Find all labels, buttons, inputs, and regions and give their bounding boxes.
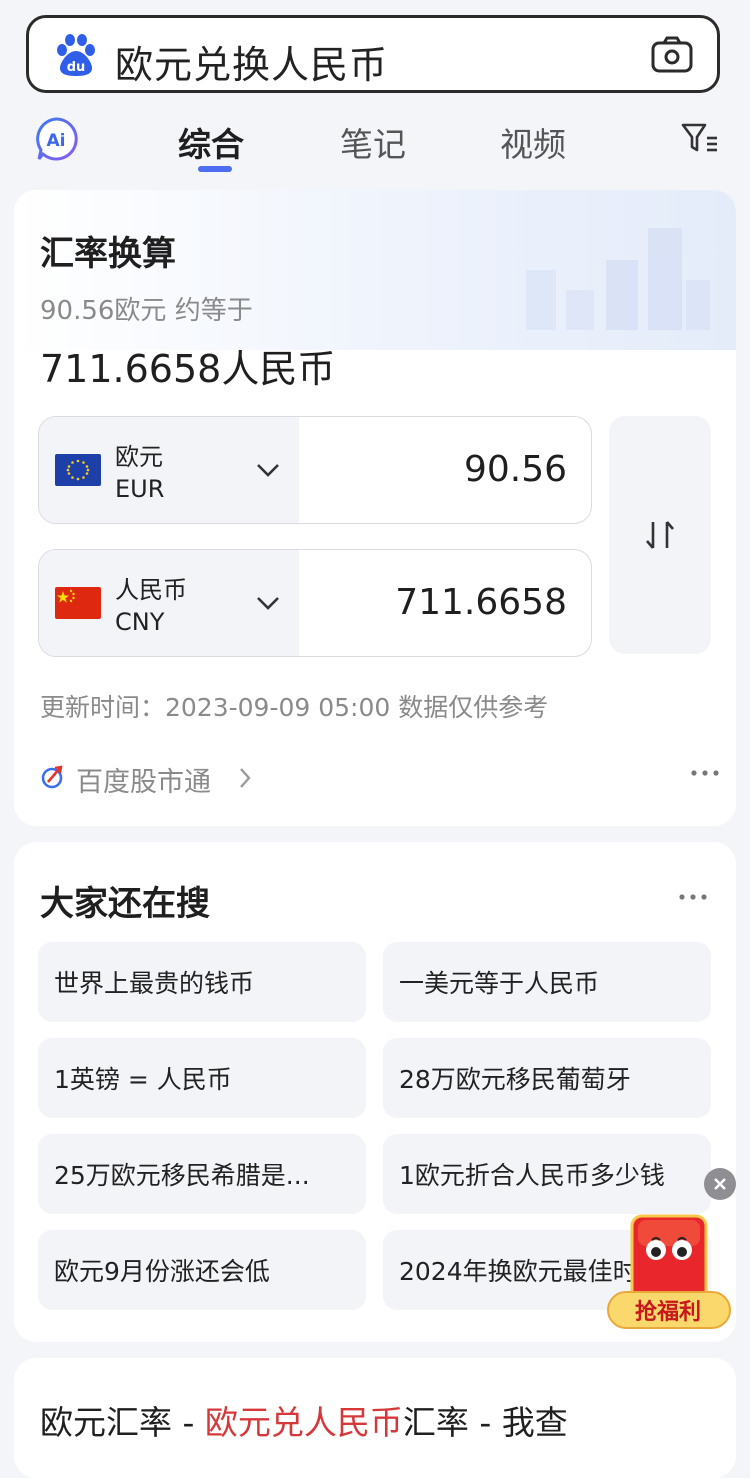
search-result-title[interactable]: 欧元汇率 - 欧元兑人民币汇率 - 我查 xyxy=(40,1396,568,1444)
related-search-label: 28万欧元移民葡萄牙 xyxy=(399,1065,631,1094)
chevron-down-icon[interactable] xyxy=(255,461,281,479)
to-currency-row: 人民币 CNY 711.6658 xyxy=(38,549,592,657)
chevron-right-icon xyxy=(240,768,251,788)
search-bar[interactable]: du 欧元兑换人民币 xyxy=(26,15,720,93)
to-currency-code: CNY xyxy=(115,608,165,636)
related-search-label: 25万欧元移民希腊是... xyxy=(54,1161,310,1190)
swap-arrows-icon xyxy=(646,521,674,549)
related-search-label: 世界上最贵的钱币 xyxy=(54,969,255,998)
search-result-card[interactable]: 欧元汇率 - 欧元兑人民币汇率 - 我查 xyxy=(14,1358,736,1478)
converter-title: 汇率换算 xyxy=(40,234,176,274)
svg-text:du: du xyxy=(67,60,86,75)
eu-flag-icon xyxy=(55,454,101,486)
swap-currencies-button[interactable] xyxy=(609,416,711,654)
from-currency-code: EUR xyxy=(115,475,165,503)
chevron-down-icon[interactable] xyxy=(255,594,281,612)
result-title-prefix: 欧元汇率 - xyxy=(40,1403,205,1442)
baidu-paw-logo-icon: du xyxy=(57,34,95,76)
more-options-icon[interactable] xyxy=(678,892,708,902)
related-search-chip[interactable]: 欧元9月份涨还会低 xyxy=(38,1230,366,1310)
source-label: 百度股市通 xyxy=(76,767,211,798)
related-search-chip[interactable]: 1英镑 = 人民币 xyxy=(38,1038,366,1118)
related-searches-title: 大家还在搜 xyxy=(40,884,210,924)
promo-label[interactable]: 抢福利 xyxy=(606,1294,730,1326)
to-currency-name: 人民币 xyxy=(115,576,187,604)
from-amount-input[interactable]: 90.56 xyxy=(464,449,567,490)
ai-assistant-icon[interactable]: Ai xyxy=(33,116,79,162)
tab-notes[interactable]: 笔记 xyxy=(340,118,406,166)
from-currency-selector[interactable]: 欧元 EUR xyxy=(39,417,299,523)
exchange-rate-card: 汇率换算 90.56欧元 约等于 711.6658人民币 欧元 EUR 90.5… xyxy=(14,190,736,826)
search-input[interactable]: 欧元兑换人民币 xyxy=(115,34,388,89)
related-search-label: 欧元9月份涨还会低 xyxy=(54,1257,270,1286)
related-search-chip[interactable]: 25万欧元移民希腊是... xyxy=(38,1134,366,1214)
stock-market-logo-icon xyxy=(41,765,63,789)
related-search-chip[interactable]: 一美元等于人民币 xyxy=(383,942,711,1022)
to-currency-selector[interactable]: 人民币 CNY xyxy=(39,550,299,656)
conversion-summary: 90.56欧元 约等于 xyxy=(40,296,253,326)
close-icon xyxy=(714,1178,726,1190)
related-search-chip[interactable]: 1欧元折合人民币多少钱 xyxy=(383,1134,711,1214)
tab-bar: Ai 综合 笔记 视频 xyxy=(0,106,750,176)
active-tab-indicator xyxy=(198,166,232,172)
tab-comprehensive[interactable]: 综合 xyxy=(178,118,244,166)
update-time-note: 更新时间：2023-09-09 05:00 数据仅供参考 xyxy=(40,693,549,722)
source-link[interactable]: 百度股市通 xyxy=(40,758,720,798)
china-flag-icon xyxy=(55,587,101,619)
tab-videos[interactable]: 视频 xyxy=(500,118,566,166)
from-currency-row: 欧元 EUR 90.56 xyxy=(38,416,592,524)
camera-icon[interactable] xyxy=(651,36,693,74)
to-amount-input[interactable]: 711.6658 xyxy=(395,582,567,623)
related-search-label: 2024年换欧元最佳时 xyxy=(399,1257,638,1286)
from-currency-name: 欧元 xyxy=(115,443,163,471)
close-promo-button[interactable] xyxy=(704,1168,736,1200)
conversion-result: 711.6658人民币 xyxy=(40,347,336,391)
svg-text:Ai: Ai xyxy=(47,131,66,151)
more-options-icon[interactable] xyxy=(690,768,720,778)
filter-icon[interactable] xyxy=(680,120,720,156)
buildings-illustration-icon xyxy=(526,228,710,330)
related-search-label: 1英镑 = 人民币 xyxy=(54,1065,232,1094)
related-search-label: 一美元等于人民币 xyxy=(399,969,600,998)
result-title-suffix: 汇率 - 我查 xyxy=(402,1403,568,1442)
related-search-chip[interactable]: 世界上最贵的钱币 xyxy=(38,942,366,1022)
result-title-highlight: 欧元兑人民币 xyxy=(204,1403,403,1442)
related-search-chip[interactable]: 28万欧元移民葡萄牙 xyxy=(383,1038,711,1118)
related-search-label: 1欧元折合人民币多少钱 xyxy=(399,1161,665,1190)
